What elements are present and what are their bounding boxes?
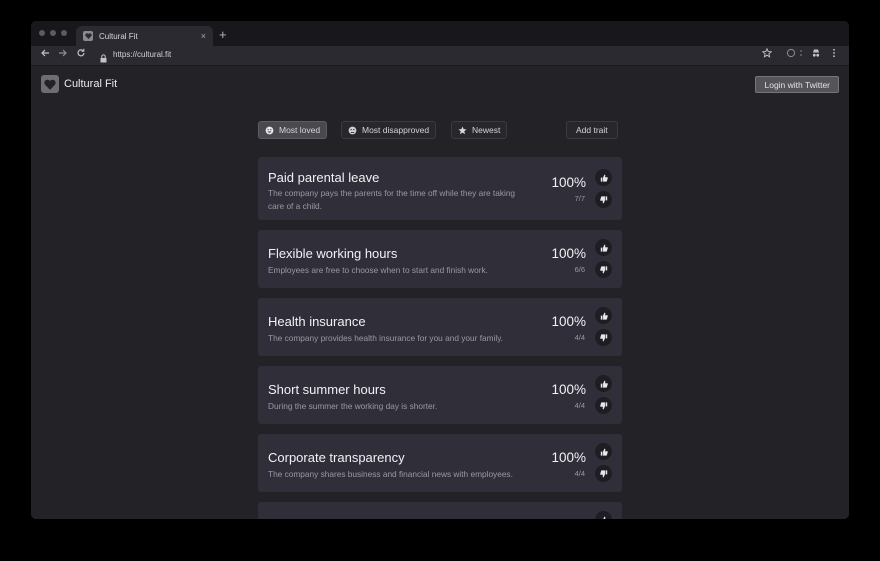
- trait-vote-count: 4/4: [574, 333, 585, 342]
- filter-bar: Most loved Most disapproved Newest Add t…: [258, 121, 622, 141]
- trait-card[interactable]: Health insurance The company provides he…: [258, 298, 622, 356]
- trait-vote-count: 7/7: [574, 194, 585, 203]
- incognito-icon[interactable]: [811, 48, 821, 63]
- brand[interactable]: Cultural Fit: [41, 75, 117, 93]
- browser-tab[interactable]: Cultural Fit ×: [76, 26, 213, 46]
- browser-window: Cultural Fit × + https://cultural.fit Cu…: [31, 21, 849, 519]
- trait-title: Health insurance: [268, 314, 366, 329]
- star-icon: [458, 125, 467, 135]
- heart-logo-icon: [41, 75, 59, 93]
- trait-card[interactable]: Paid parental leave The company pays the…: [258, 157, 622, 220]
- back-icon[interactable]: [40, 48, 50, 63]
- maximize-window-button[interactable]: [61, 30, 67, 36]
- heart-favicon-icon: [83, 31, 93, 41]
- trait-percentage: 100%: [551, 314, 586, 329]
- trait-title: Flexible working hours: [268, 246, 398, 261]
- extension-icon[interactable]: [786, 48, 796, 63]
- thumbs-up-icon[interactable]: [595, 169, 612, 186]
- thumbs-up-icon[interactable]: [595, 239, 612, 256]
- login-with-twitter-button[interactable]: Login with Twitter: [755, 76, 839, 93]
- browser-toolbar: https://cultural.fit: [31, 46, 849, 66]
- trait-card[interactable]: Corporate transparency The company share…: [258, 434, 622, 492]
- frown-icon: [348, 126, 357, 135]
- filter-most-disapproved-label: Most disapproved: [362, 125, 430, 135]
- trait-percentage: 100%: [551, 382, 586, 397]
- trait-vote-count: 4/4: [574, 401, 585, 410]
- separator-icon: [799, 48, 803, 63]
- filter-most-loved-button[interactable]: Most loved: [258, 121, 328, 139]
- trait-description: The company pays the parents for the tim…: [268, 188, 516, 211]
- browser-titlebar: Cultural Fit × +: [31, 21, 849, 46]
- bookmark-star-icon[interactable]: [761, 47, 773, 63]
- thumbs-up-icon[interactable]: [595, 307, 612, 324]
- trait-percentage: 100%: [551, 175, 586, 190]
- trait-vote-count: 4/4: [574, 469, 585, 478]
- add-trait-button[interactable]: Add trait: [566, 121, 618, 139]
- filter-most-disapproved-button[interactable]: Most disapproved: [341, 121, 437, 139]
- add-trait-label: Add trait: [576, 125, 608, 135]
- trait-card[interactable]: Short summer hours During the summer the…: [258, 366, 622, 424]
- close-window-button[interactable]: [39, 30, 45, 36]
- trait-card-partial[interactable]: [258, 502, 622, 519]
- smiley-icon: [265, 126, 274, 135]
- thumbs-down-icon[interactable]: [595, 397, 612, 414]
- page-content: Cultural Fit Login with Twitter Most lov…: [31, 66, 849, 519]
- filter-most-loved-label: Most loved: [279, 125, 321, 135]
- trait-description: Employees are free to choose when to sta…: [268, 265, 488, 275]
- thumbs-down-icon[interactable]: [595, 191, 612, 208]
- thumbs-up-icon[interactable]: [595, 443, 612, 460]
- trait-percentage: 100%: [551, 450, 586, 465]
- menu-dots-icon[interactable]: [832, 48, 836, 63]
- trait-title: Corporate transparency: [268, 450, 405, 465]
- trait-title: Short summer hours: [268, 382, 386, 397]
- window-controls: [39, 30, 67, 36]
- reload-icon[interactable]: [76, 48, 86, 63]
- trait-description: During the summer the working day is sho…: [268, 401, 438, 411]
- address-bar[interactable]: https://cultural.fit: [113, 50, 171, 59]
- trait-description: The company provides health insurance fo…: [268, 333, 504, 343]
- forward-icon[interactable]: [58, 48, 68, 63]
- trait-percentage: 100%: [551, 246, 586, 261]
- tab-title: Cultural Fit: [99, 31, 138, 41]
- thumbs-down-icon[interactable]: [595, 261, 612, 278]
- thumbs-down-icon[interactable]: [595, 329, 612, 346]
- trait-description: The company shares business and financia…: [268, 469, 513, 479]
- new-tab-button[interactable]: +: [219, 26, 227, 44]
- tab-close-icon[interactable]: ×: [201, 31, 206, 41]
- thumbs-up-icon[interactable]: [595, 511, 612, 519]
- brand-name: Cultural Fit: [64, 78, 118, 90]
- thumbs-up-icon[interactable]: [595, 375, 612, 392]
- filter-newest-button[interactable]: Newest: [451, 121, 508, 139]
- filter-newest-label: Newest: [472, 125, 501, 135]
- trait-vote-count: 6/6: [574, 265, 585, 274]
- minimize-window-button[interactable]: [50, 30, 56, 36]
- trait-card[interactable]: Flexible working hours Employees are fre…: [258, 230, 622, 288]
- trait-title: Paid parental leave: [268, 170, 380, 185]
- thumbs-down-icon[interactable]: [595, 465, 612, 482]
